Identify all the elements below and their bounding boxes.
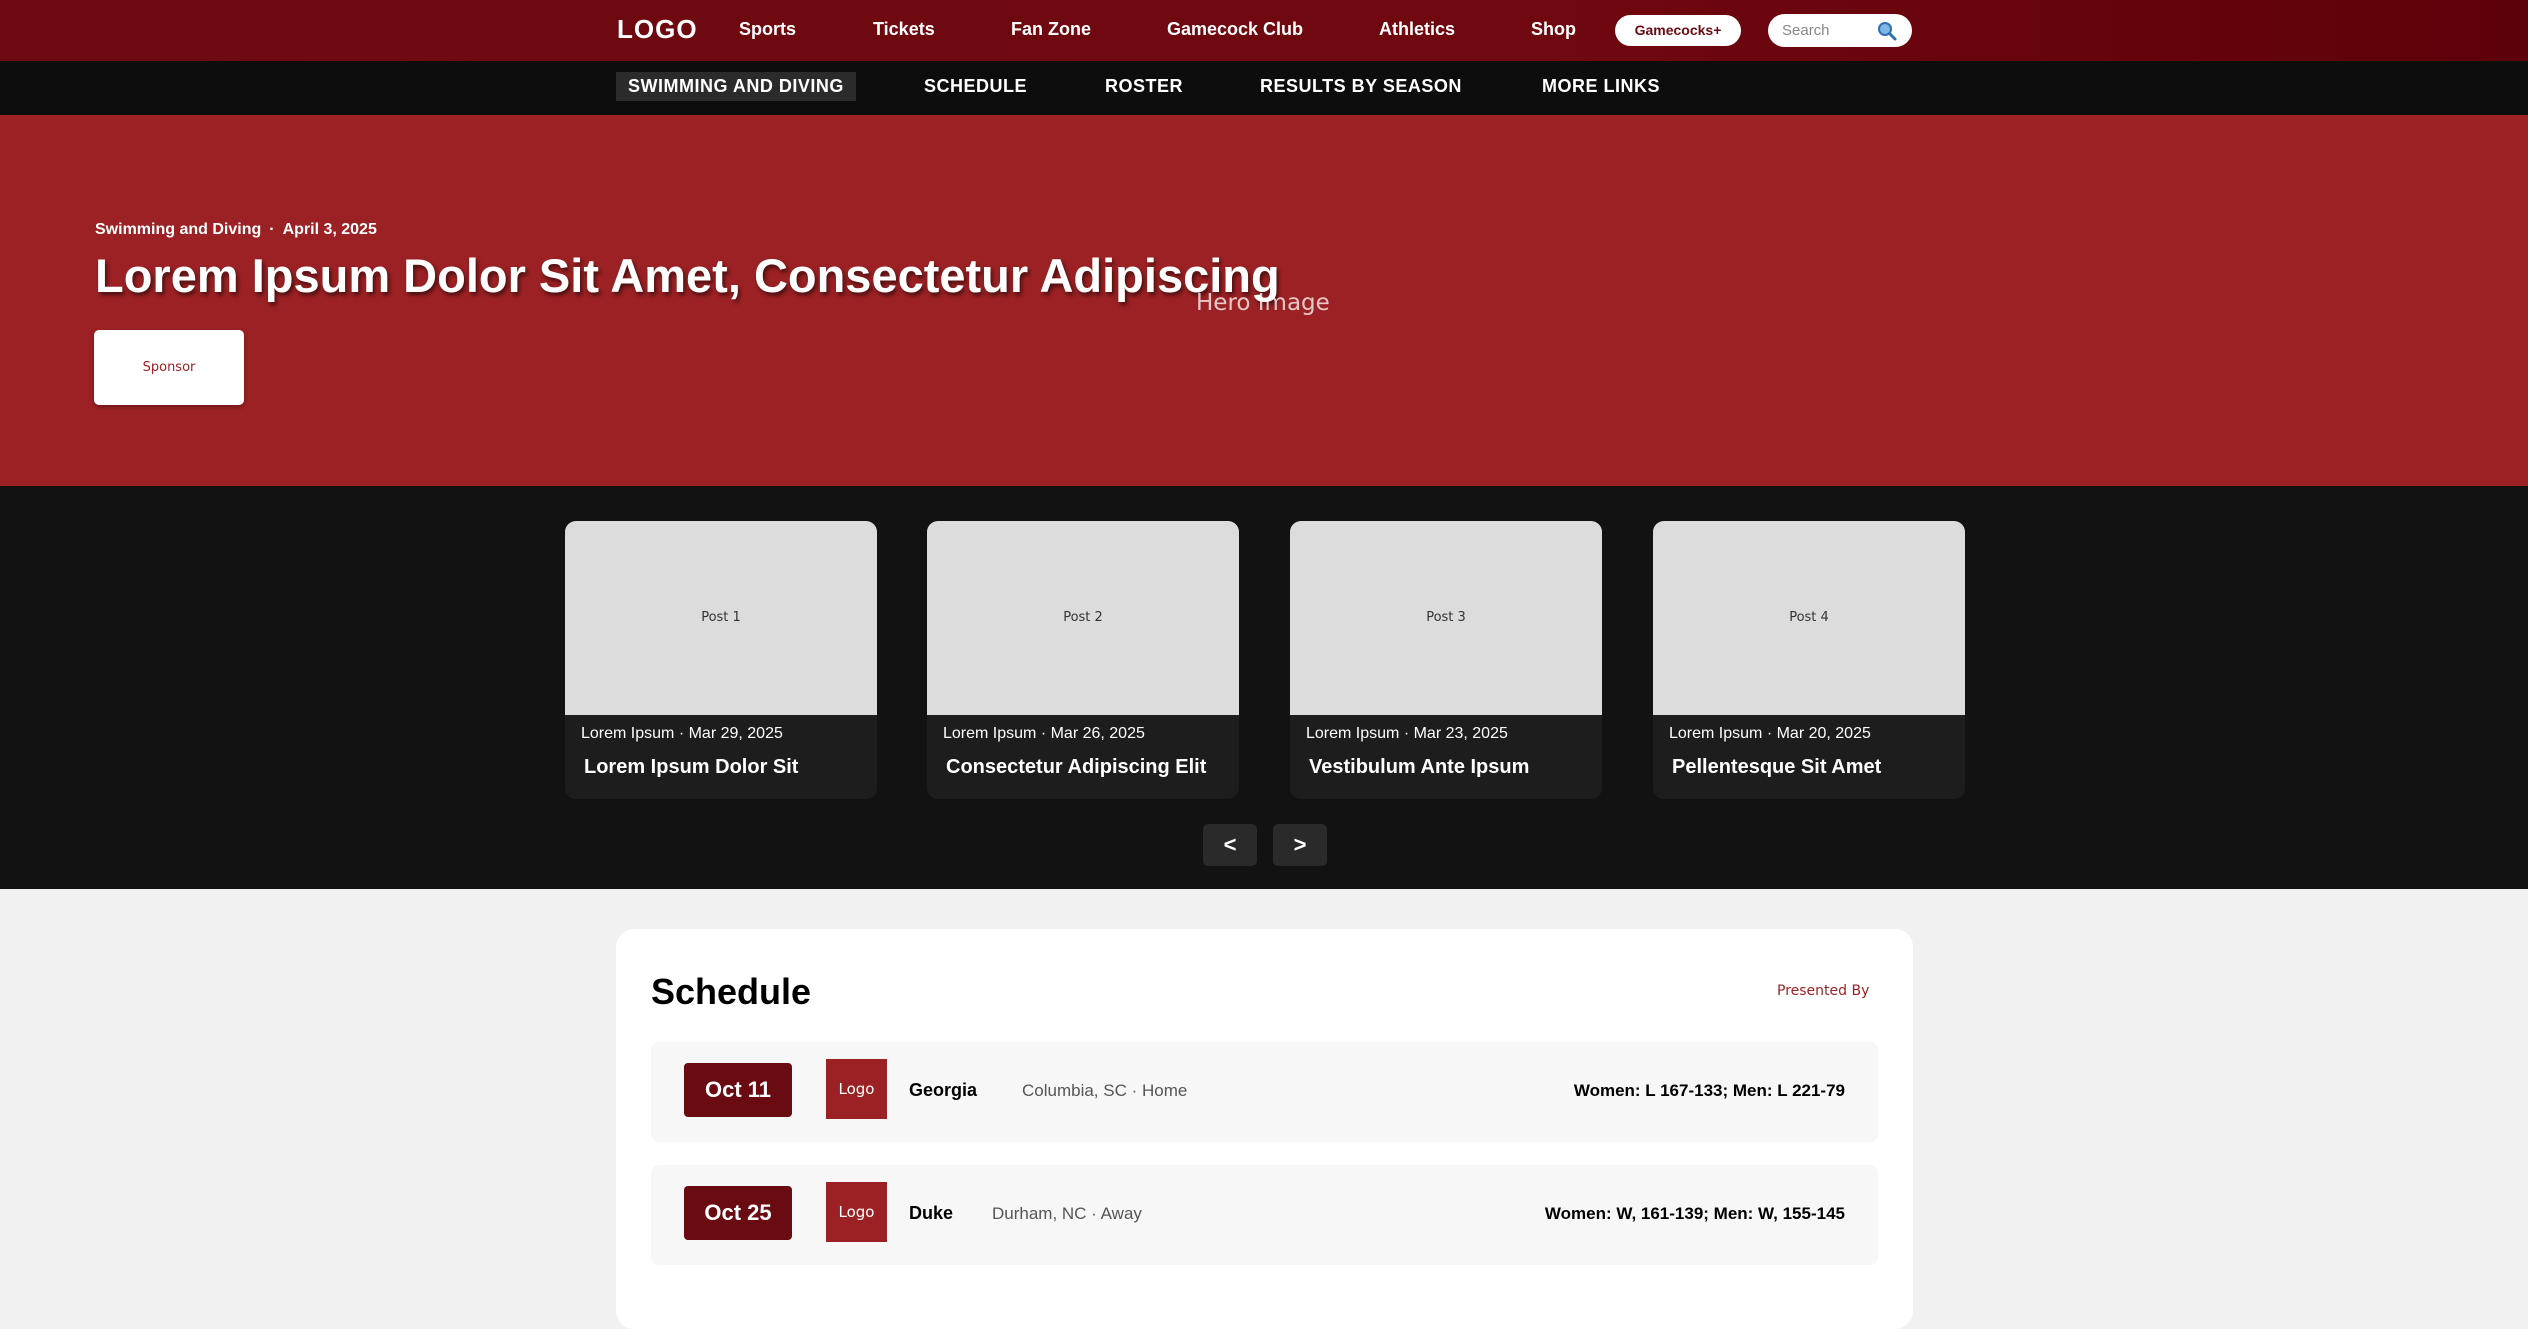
schedule-card: Schedule Presented By Oct 11 Logo Georgi… — [616, 929, 1913, 1329]
event-result: Women: W, 161-139; Men: W, 155-145 — [1544, 1204, 1845, 1223]
hero-date: April 3, 2025 — [282, 221, 377, 238]
sponsor-box[interactable]: Sponsor — [94, 330, 244, 405]
subnav-swimming-and-diving[interactable]: SWIMMING AND DIVING — [616, 72, 856, 101]
post-title[interactable]: Consectetur Adipiscing Elit — [946, 756, 1206, 779]
post-meta: Lorem Ipsum · Mar 23, 2025 — [1306, 725, 1508, 742]
schedule-title: Schedule — [651, 971, 812, 1012]
hero-meta-separator: · — [269, 221, 275, 238]
post-title[interactable]: Lorem Ipsum Dolor Sit — [584, 756, 798, 779]
gamecocks-plus-button[interactable]: Gamecocks+ — [1615, 15, 1741, 46]
event-location: Durham, NC · Away — [992, 1204, 1142, 1223]
hero-meta: Swimming and Diving · April 3, 2025 — [95, 221, 377, 239]
hero-category[interactable]: Swimming and Diving — [95, 221, 261, 238]
nav-link-sports[interactable]: Sports — [739, 19, 796, 40]
subnav-roster[interactable]: ROSTER — [1105, 76, 1183, 97]
post-card[interactable]: Post 1 Lorem Ipsum · Mar 29, 2025 Lorem … — [565, 521, 877, 799]
nav-link-shop[interactable]: Shop — [1531, 19, 1576, 40]
subnav-schedule[interactable]: SCHEDULE — [924, 76, 1027, 97]
schedule-row[interactable]: Oct 25 Logo Duke Durham, NC · Away Women… — [651, 1165, 1878, 1265]
posts-carousel: Post 1 Lorem Ipsum · Mar 29, 2025 Lorem … — [0, 486, 2528, 889]
carousel-prev-button[interactable]: < — [1203, 824, 1257, 866]
post-card[interactable]: Post 4 Lorem Ipsum · Mar 20, 2025 Pellen… — [1653, 521, 1965, 799]
post-thumbnail: Post 3 — [1290, 521, 1602, 715]
top-nav: LOGO Sports Tickets Fan Zone Gamecock Cl… — [0, 0, 2528, 61]
post-thumbnail: Post 1 — [565, 521, 877, 715]
nav-link-gamecock-club[interactable]: Gamecock Club — [1167, 19, 1303, 40]
site-logo[interactable]: LOGO — [617, 14, 698, 45]
post-card[interactable]: Post 3 Lorem Ipsum · Mar 23, 2025 Vestib… — [1290, 521, 1602, 799]
post-meta: Lorem Ipsum · Mar 20, 2025 — [1669, 725, 1871, 742]
post-meta: Lorem Ipsum · Mar 26, 2025 — [943, 725, 1145, 742]
presented-by-label: Presented By — [1777, 983, 1870, 999]
sport-subnav: SWIMMING AND DIVING SCHEDULE ROSTER RESU… — [0, 61, 2528, 115]
nav-link-fan-zone[interactable]: Fan Zone — [1011, 19, 1091, 40]
hero-section: Swimming and Diving · April 3, 2025 Lorem … — [0, 115, 2528, 486]
event-date-badge: Oct 25 — [684, 1186, 792, 1240]
post-title[interactable]: Pellentesque Sit Amet — [1672, 756, 1881, 779]
search-box — [1768, 14, 1912, 47]
post-card[interactable]: Post 2 Lorem Ipsum · Mar 26, 2025 Consec… — [927, 521, 1239, 799]
event-location: Columbia, SC · Home — [1022, 1081, 1188, 1100]
opponent-logo: Logo — [826, 1059, 887, 1119]
opponent-name[interactable]: Georgia — [909, 1080, 977, 1101]
search-input[interactable] — [1782, 20, 1872, 40]
nav-link-tickets[interactable]: Tickets — [873, 19, 935, 40]
hero-title[interactable]: Lorem Ipsum Dolor Sit Amet, Consectetur … — [95, 248, 1280, 303]
event-result: Women: L 167-133; Men: L 221-79 — [1573, 1081, 1845, 1100]
hero-image-placeholder: Hero Image — [1196, 290, 1330, 316]
post-thumbnail: Post 2 — [927, 521, 1239, 715]
post-thumbnail: Post 4 — [1653, 521, 1965, 715]
nav-link-athletics[interactable]: Athletics — [1379, 19, 1455, 40]
event-date-badge: Oct 11 — [684, 1063, 792, 1117]
post-meta: Lorem Ipsum · Mar 29, 2025 — [581, 725, 783, 742]
post-title[interactable]: Vestibulum Ante Ipsum — [1309, 756, 1529, 779]
schedule-row[interactable]: Oct 11 Logo Georgia Columbia, SC · Home … — [651, 1042, 1878, 1142]
subnav-results-by-season[interactable]: RESULTS BY SEASON — [1260, 76, 1462, 97]
carousel-next-button[interactable]: > — [1273, 824, 1327, 866]
opponent-name[interactable]: Duke — [909, 1203, 953, 1224]
opponent-logo: Logo — [826, 1182, 887, 1242]
search-icon[interactable] — [1875, 19, 1899, 43]
subnav-more-links[interactable]: MORE LINKS — [1542, 76, 1660, 97]
